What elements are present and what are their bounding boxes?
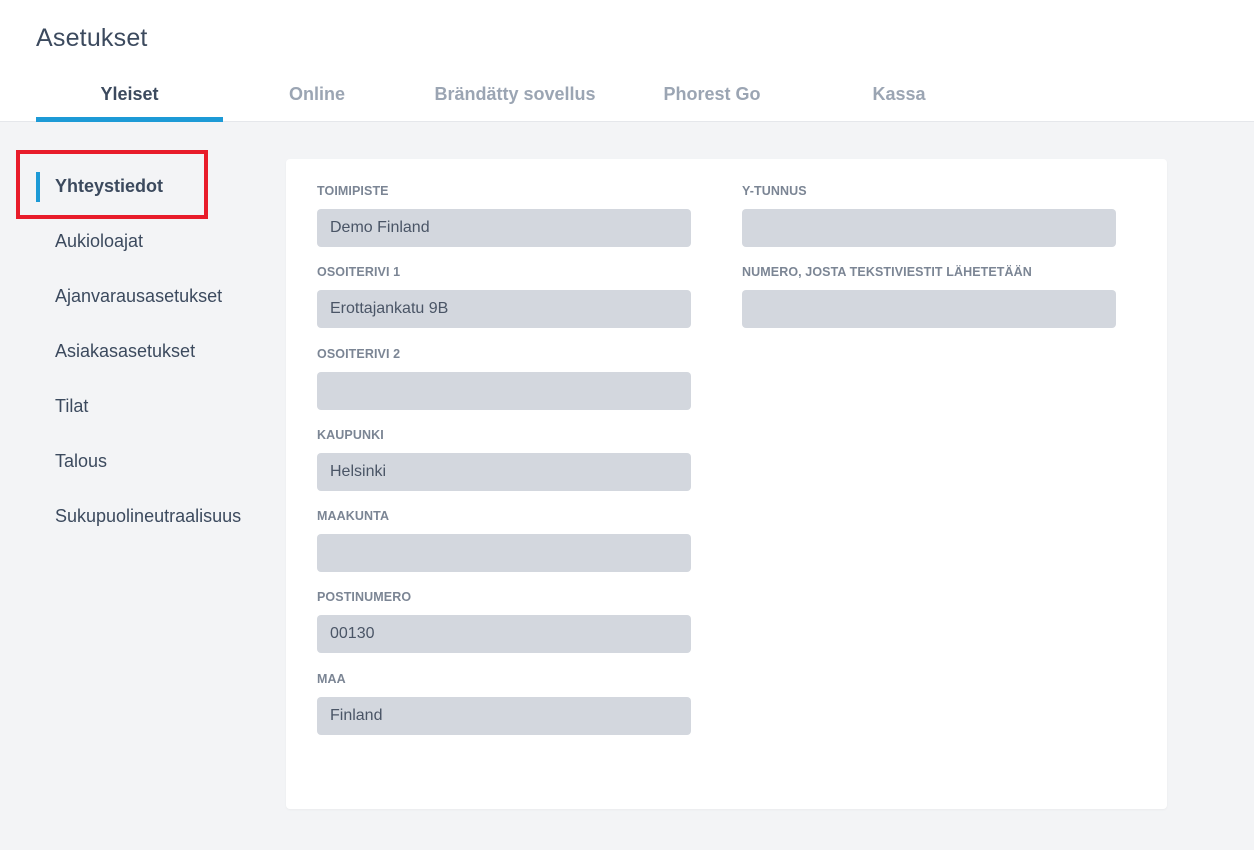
sms-sender-number-input[interactable] bbox=[742, 290, 1116, 328]
sidebar-item-asiakasasetukset[interactable]: Asiakasasetukset bbox=[55, 336, 195, 366]
label-kaupunki: KAUPUNKI bbox=[317, 428, 384, 442]
sidebar-item-sukupuolineutraalisuus[interactable]: Sukupuolineutraalisuus bbox=[55, 501, 241, 531]
toimipiste-input[interactable] bbox=[317, 209, 691, 247]
contact-info-card: TOIMIPISTE OSOITERIVI 1 OSOITERIVI 2 KAU… bbox=[286, 159, 1167, 809]
tab-brandatty-sovellus[interactable]: Brändätty sovellus bbox=[420, 66, 610, 122]
sidebar-active-indicator bbox=[36, 172, 40, 202]
kaupunki-input[interactable] bbox=[317, 453, 691, 491]
osoiterivi-1-input[interactable] bbox=[317, 290, 691, 328]
label-maakunta: MAAKUNTA bbox=[317, 509, 390, 523]
settings-header: Asetukset Yleiset Online Brändätty sovel… bbox=[0, 0, 1254, 122]
osoiterivi-2-input[interactable] bbox=[317, 372, 691, 410]
maa-input[interactable] bbox=[317, 697, 691, 735]
tab-phorest-go[interactable]: Phorest Go bbox=[620, 66, 804, 122]
page-title: Asetukset bbox=[36, 24, 148, 52]
tab-yleiset[interactable]: Yleiset bbox=[36, 66, 223, 122]
sidebar-item-tilat[interactable]: Tilat bbox=[55, 391, 88, 421]
postinumero-input[interactable] bbox=[317, 615, 691, 653]
label-osoiterivi-2: OSOITERIVI 2 bbox=[317, 347, 401, 361]
label-postinumero: POSTINUMERO bbox=[317, 590, 412, 604]
tab-kassa[interactable]: Kassa bbox=[806, 66, 992, 122]
label-y-tunnus: Y-TUNNUS bbox=[742, 184, 807, 198]
sidebar-item-talous[interactable]: Talous bbox=[55, 446, 107, 476]
tab-online[interactable]: Online bbox=[224, 66, 410, 122]
label-toimipiste: TOIMIPISTE bbox=[317, 184, 389, 198]
label-maa: MAA bbox=[317, 672, 346, 686]
maakunta-input[interactable] bbox=[317, 534, 691, 572]
sidebar-item-ajanvarausasetukset[interactable]: Ajanvarausasetukset bbox=[55, 281, 222, 311]
label-osoiterivi-1: OSOITERIVI 1 bbox=[317, 265, 401, 279]
label-sms-sender-number: NUMERO, JOSTA TEKSTIVIESTIT LÄHETETÄÄN bbox=[742, 265, 1032, 279]
sidebar-item-aukioloajat[interactable]: Aukioloajat bbox=[55, 226, 143, 256]
y-tunnus-input[interactable] bbox=[742, 209, 1116, 247]
sidebar-item-yhteystiedot[interactable]: Yhteystiedot bbox=[55, 171, 163, 201]
